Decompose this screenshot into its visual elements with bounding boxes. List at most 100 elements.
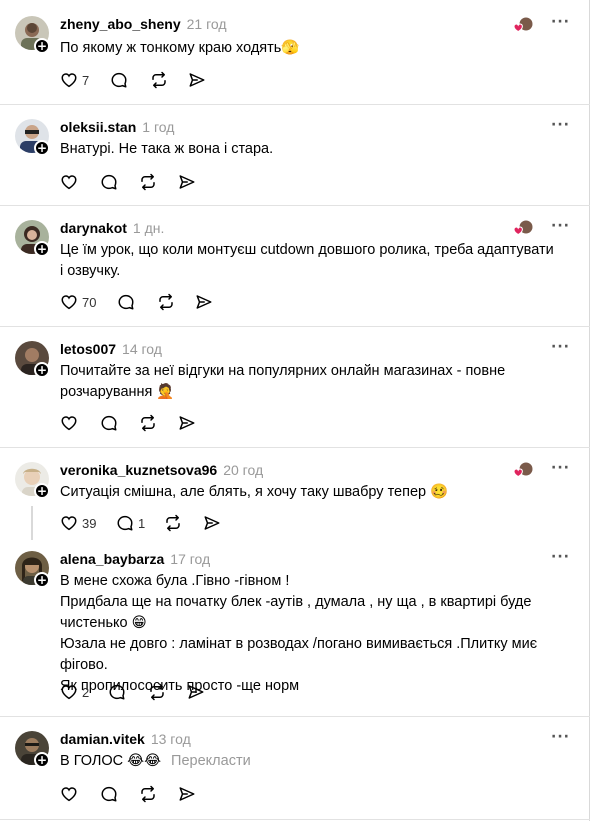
more-options-icon[interactable]: ··· xyxy=(551,549,570,565)
share-button[interactable] xyxy=(187,683,217,701)
username[interactable]: letos007 xyxy=(60,341,116,357)
timestamp[interactable]: 1 год xyxy=(142,119,174,135)
username[interactable]: alena_baybarza xyxy=(60,551,164,567)
comment-text-line: В мене схожа була .Гівно -гівном ! xyxy=(60,573,290,589)
comment-icon xyxy=(111,72,127,88)
share-button[interactable] xyxy=(178,414,208,432)
action-bar xyxy=(60,413,208,433)
share-button[interactable] xyxy=(178,785,208,803)
like-button[interactable]: 7 xyxy=(60,71,110,89)
author-liked-icon xyxy=(513,220,535,236)
reply-button[interactable] xyxy=(100,414,139,432)
follow-plus-icon[interactable]: + xyxy=(34,362,50,378)
repost-button[interactable] xyxy=(150,71,188,89)
comment-text: Почитайте за неї відгуки на популярних о… xyxy=(60,363,506,400)
heart-icon xyxy=(61,416,77,431)
like-button[interactable] xyxy=(60,414,100,432)
follow-plus-icon[interactable]: + xyxy=(34,140,50,156)
comment: + darynakot 1 дн. ··· Це їм урок, що коли… xyxy=(0,206,590,326)
share-icon xyxy=(204,516,220,530)
username[interactable]: veronika_kuznetsova96 xyxy=(60,462,217,478)
repost-button[interactable] xyxy=(164,514,203,532)
share-icon xyxy=(179,175,195,189)
repost-button[interactable] xyxy=(139,173,178,191)
comment: + veronika_kuznetsova96 20 год ··· Ситуац… xyxy=(0,448,590,540)
more-options-icon[interactable]: ··· xyxy=(551,218,570,234)
reply-button[interactable] xyxy=(100,173,139,191)
reply-button[interactable] xyxy=(100,785,139,803)
heart-icon xyxy=(61,295,77,310)
share-button[interactable] xyxy=(188,71,218,89)
repost-button[interactable] xyxy=(139,414,178,432)
heart-icon xyxy=(61,516,77,531)
heart-icon xyxy=(61,73,77,88)
timestamp[interactable]: 13 год xyxy=(151,731,191,747)
timestamp[interactable]: 1 дн. xyxy=(133,220,164,236)
repost-icon xyxy=(141,173,155,191)
share-icon xyxy=(196,295,212,309)
more-options-icon[interactable]: ··· xyxy=(551,339,570,355)
action-bar xyxy=(60,784,208,804)
timestamp[interactable]: 17 год xyxy=(170,551,210,567)
heart-icon xyxy=(61,787,77,802)
comment-icon xyxy=(101,415,117,431)
follow-plus-icon[interactable]: + xyxy=(34,752,50,768)
thread-line xyxy=(31,506,33,540)
reply-button[interactable]: 1 xyxy=(116,514,164,532)
comment-icon xyxy=(109,684,125,700)
action-bar: 2 xyxy=(60,682,217,702)
more-options-icon[interactable]: ··· xyxy=(551,729,570,745)
comment-icon xyxy=(101,174,117,190)
comment: + letos007 14 год ··· Почитайте за неї ві… xyxy=(0,327,590,447)
like-button[interactable] xyxy=(60,173,100,191)
like-button[interactable]: 2 xyxy=(60,683,108,701)
repost-icon xyxy=(150,683,164,701)
reply-button[interactable] xyxy=(110,71,150,89)
author-liked-icon xyxy=(513,17,535,33)
follow-plus-icon[interactable]: + xyxy=(34,241,50,257)
heart-icon xyxy=(61,175,77,190)
share-icon xyxy=(179,416,195,430)
comment-text: В ГОЛОС 😂😂 xyxy=(60,753,162,769)
more-options-icon[interactable]: ··· xyxy=(551,14,570,30)
username[interactable]: zheny_abo_sheny xyxy=(60,16,181,32)
repost-button[interactable] xyxy=(148,683,187,701)
share-button[interactable] xyxy=(203,514,233,532)
divider xyxy=(0,819,590,820)
repost-icon xyxy=(141,414,155,432)
translate-link[interactable]: Перекласти xyxy=(171,753,251,769)
repost-button[interactable] xyxy=(157,293,195,311)
comment: + zheny_abo_sheny 21 год ··· По якому ж т… xyxy=(0,0,590,104)
comment-icon xyxy=(117,515,133,531)
share-icon xyxy=(189,73,205,87)
more-options-icon[interactable]: ··· xyxy=(551,117,570,133)
like-button[interactable] xyxy=(60,785,100,803)
like-count: 39 xyxy=(82,515,97,531)
like-button[interactable]: 39 xyxy=(60,514,116,532)
comment-text-line: Придбала ще на початку блек -аутів , дум… xyxy=(60,594,532,631)
comment-text-line: Юзала не довго : ламінат в розводах /пог… xyxy=(60,636,538,673)
comment-text: Ситуація смішна, але блять, я хочу таку … xyxy=(60,484,449,500)
like-button[interactable]: 70 xyxy=(60,293,117,311)
comment-icon xyxy=(118,294,134,310)
follow-plus-icon[interactable]: + xyxy=(34,572,50,588)
timestamp[interactable]: 14 год xyxy=(122,341,162,357)
timestamp[interactable]: 20 год xyxy=(223,462,263,478)
comment: + oleksii.stan 1 год ··· Внатурі. Не така… xyxy=(0,105,590,205)
action-bar xyxy=(60,172,208,192)
repost-button[interactable] xyxy=(139,785,178,803)
reply-button[interactable] xyxy=(117,293,157,311)
follow-plus-icon[interactable]: + xyxy=(34,38,50,54)
share-icon xyxy=(188,685,204,699)
reply-button[interactable] xyxy=(108,683,148,701)
username[interactable]: damian.vitek xyxy=(60,731,145,747)
share-button[interactable] xyxy=(195,293,225,311)
like-count: 7 xyxy=(82,72,90,88)
more-options-icon[interactable]: ··· xyxy=(551,460,570,476)
share-button[interactable] xyxy=(178,173,208,191)
follow-plus-icon[interactable]: + xyxy=(34,483,50,499)
timestamp[interactable]: 21 год xyxy=(187,16,227,32)
username[interactable]: darynakot xyxy=(60,220,127,236)
reply-count: 1 xyxy=(138,515,146,531)
username[interactable]: oleksii.stan xyxy=(60,119,136,135)
